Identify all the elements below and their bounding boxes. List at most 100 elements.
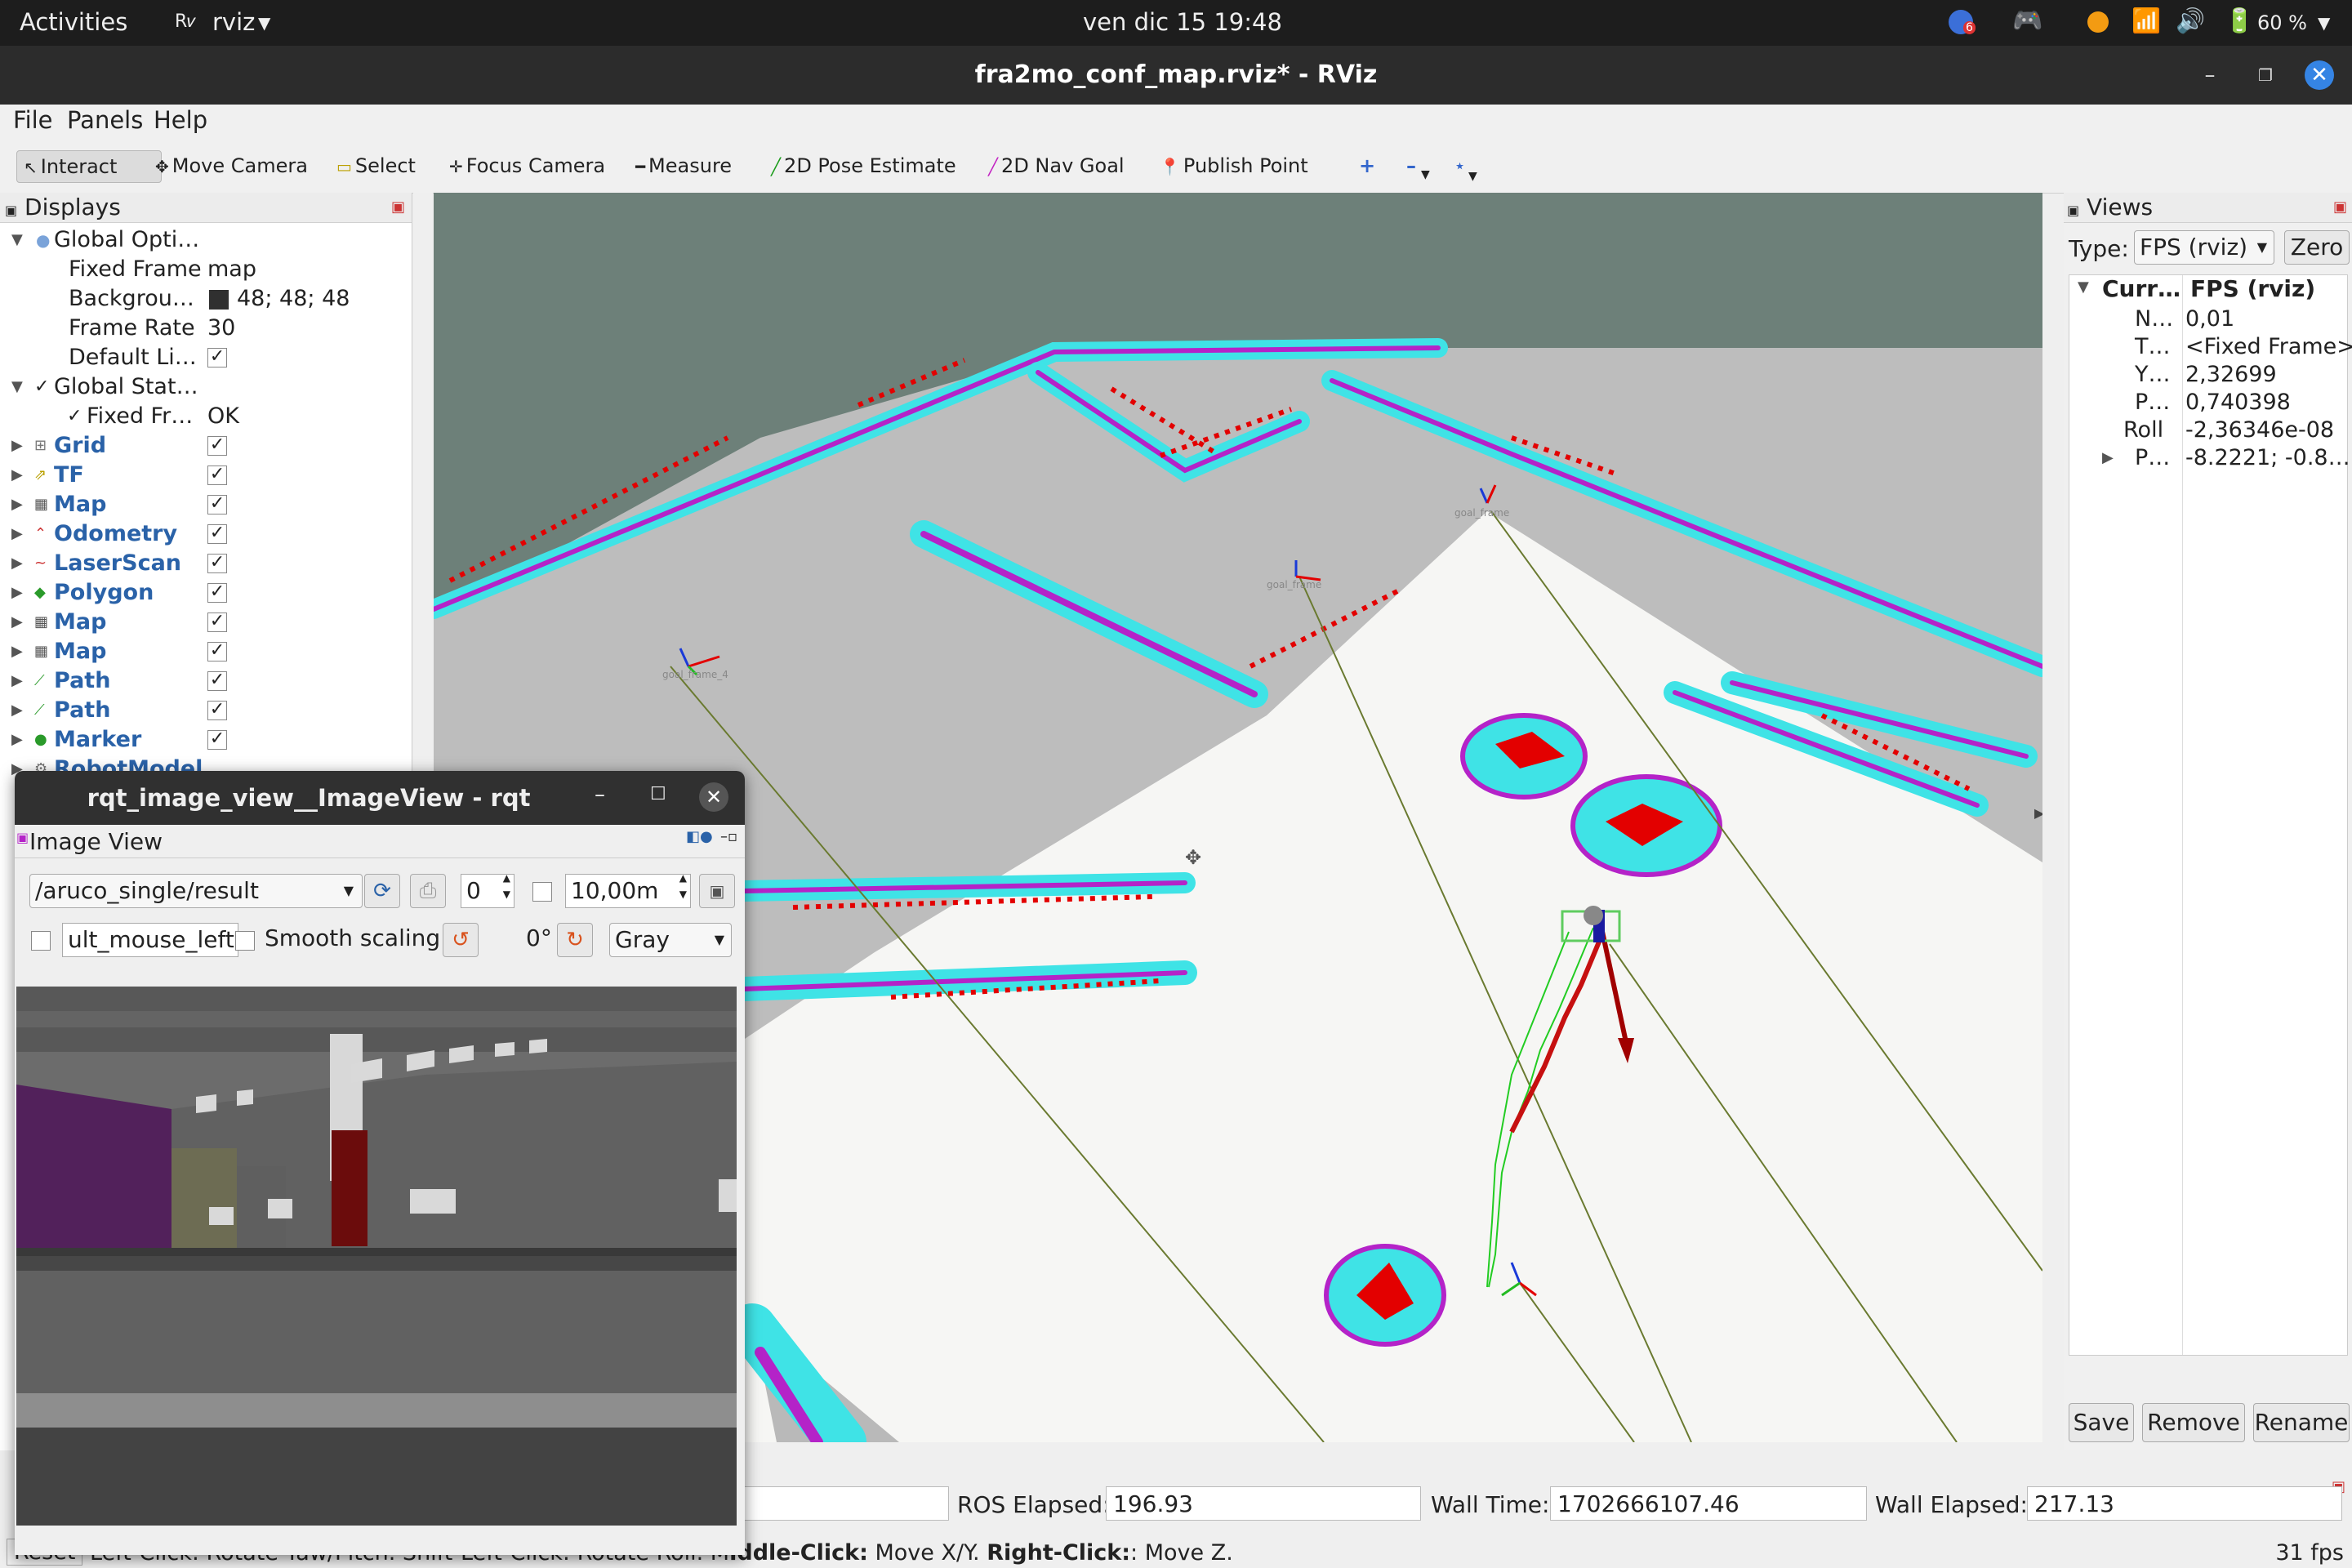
system-menu-chevron-icon[interactable]: ▼ <box>2318 13 2330 33</box>
refresh-topics-button[interactable]: ⟳ <box>364 874 400 908</box>
rqt-maximize-button[interactable]: ☐ <box>650 784 666 804</box>
minimize-button[interactable]: – <box>2195 60 2225 90</box>
add-tool-button[interactable]: + <box>1352 150 1382 181</box>
pose-estimate-tool[interactable]: ╱ 2D Pose Estimate <box>764 150 963 181</box>
move-camera-tool[interactable]: ✥ Move Camera <box>149 150 314 181</box>
remove-view-button[interactable]: Remove <box>2142 1403 2245 1442</box>
zoom-spinbox[interactable]: 10,00m ▲ ▼ <box>565 872 691 908</box>
view-type-select[interactable]: FPS (rviz) ▼ <box>2134 230 2274 265</box>
expand-arrow-icon[interactable]: ▶ <box>11 637 28 666</box>
app-menu-button[interactable]: rviz <box>212 8 255 36</box>
expand-arrow-icon[interactable]: ▶ <box>11 519 28 549</box>
expand-arrow-icon[interactable]: ▶ <box>11 666 28 696</box>
expand-arrow-icon[interactable]: ▶ <box>11 461 28 490</box>
remove-dropdown-icon[interactable]: ▼ <box>1421 168 1430 181</box>
mouse-publish-checkbox[interactable] <box>31 931 51 951</box>
menu-panels[interactable]: Panels <box>67 106 143 134</box>
maximize-button[interactable]: ❐ <box>2251 60 2280 90</box>
display-enabled-checkbox[interactable]: ✓ <box>207 554 227 573</box>
rotate-left-button[interactable]: ↺ <box>443 923 479 957</box>
menu-help[interactable]: Help <box>154 106 207 134</box>
display-enabled-checkbox[interactable]: ✓ <box>207 583 227 603</box>
expand-arrow-icon[interactable]: ▶ <box>11 549 28 578</box>
rqt-close-button[interactable]: ✕ <box>699 782 728 812</box>
publish-point-tool[interactable]: 📍 Publish Point <box>1153 150 1315 181</box>
display-enabled-checkbox[interactable]: ✓ <box>207 642 227 662</box>
menu-file[interactable]: File <box>13 106 53 134</box>
view-property-value[interactable]: <Fixed Frame> <box>2185 332 2352 362</box>
rqt-titlebar[interactable]: rqt_image_view__ImageView - rqt – ☐ ✕ <box>15 771 745 825</box>
volume-icon[interactable]: 🔊 <box>2176 7 2205 35</box>
chevron-down-icon[interactable]: ▼ <box>258 13 270 33</box>
display-enabled-checkbox[interactable]: ✓ <box>207 671 227 691</box>
skip-frames-spinbox[interactable]: 0 ▲ ▼ <box>461 872 514 908</box>
topic-select[interactable]: /aruco_single/result ▼ <box>29 874 363 908</box>
display-enabled-checkbox[interactable]: ✓ <box>207 466 227 485</box>
spin-arrows-icon[interactable]: ▲ ▼ <box>679 870 687 902</box>
expand-arrow-icon[interactable]: ▶ <box>11 578 28 608</box>
display-enabled-checkbox[interactable]: ✓ <box>207 495 227 514</box>
display-enabled-checkbox[interactable]: ✓ <box>207 524 227 544</box>
display-enabled-checkbox[interactable]: ✓ <box>207 730 227 750</box>
default-light-checkbox[interactable]: ✓ <box>207 348 227 368</box>
smooth-scaling-checkbox[interactable] <box>235 931 255 951</box>
spin-arrows-icon[interactable]: ▲ ▼ <box>503 870 510 902</box>
rotate-right-button[interactable]: ↻ <box>557 923 593 957</box>
remove-tool-button[interactable]: – <box>1400 150 1423 181</box>
expand-arrow-icon[interactable]: ▶ <box>11 696 28 725</box>
panel-options-icon[interactable]: ◧● <box>686 828 713 845</box>
background-value[interactable]: 48; 48; 48 <box>237 284 350 314</box>
rqt-image-view-window[interactable]: rqt_image_view__ImageView - rqt – ☐ ✕ ▣ … <box>15 771 745 1555</box>
battery-icon[interactable]: 🔋 <box>2225 7 2254 35</box>
collapse-arrow-icon[interactable]: ▼ <box>2078 278 2094 296</box>
display-enabled-checkbox[interactable]: ✓ <box>207 701 227 720</box>
nav-goal-tool[interactable]: ╱ 2D Nav Goal <box>982 150 1131 181</box>
measure-tool[interactable]: ━ Measure <box>629 150 738 181</box>
panel-icon: ▣ <box>2067 203 2080 218</box>
goal-label-1: goal_frame_4 <box>662 669 728 680</box>
collapse-arrow-icon[interactable]: ▼ <box>11 225 28 255</box>
expand-arrow-icon[interactable]: ▶ <box>11 431 28 461</box>
save-image-button[interactable]: ⎙ <box>410 874 446 908</box>
select-tool[interactable]: ▭ Select <box>330 150 422 181</box>
zero-button[interactable]: Zero <box>2284 230 2350 265</box>
expand-arrow-icon[interactable]: ▶ <box>11 725 28 755</box>
views-panel: ▣ Views ▣ Type: FPS (rviz) ▼ Zero ▼ Curr…… <box>2064 193 2352 1450</box>
save-view-button[interactable]: Save <box>2069 1403 2134 1442</box>
view-property-value[interactable]: -2,36346e-08 <box>2185 416 2334 445</box>
properties-dropdown-icon[interactable]: ▼ <box>1468 170 1477 183</box>
panel-close-icon[interactable]: ▣ <box>391 193 405 222</box>
panel-close-icon[interactable]: ▣ <box>2333 193 2347 222</box>
view-property-value[interactable]: 0,740398 <box>2185 388 2291 417</box>
expand-arrow-icon[interactable]: ▶ <box>11 490 28 519</box>
panel-close-icon[interactable]: –▫ <box>720 828 737 845</box>
frame-rate-value[interactable]: 30 <box>207 314 235 343</box>
collapse-right-arrow-icon[interactable]: ▶ <box>2034 805 2042 830</box>
status-hint-right-key: Right-Click: <box>987 1540 1131 1566</box>
camera-image[interactable] <box>16 987 737 1526</box>
expand-arrow-icon[interactable]: ▶ <box>2102 443 2118 473</box>
view-property-value[interactable]: 2,32699 <box>2185 360 2277 390</box>
interact-tool[interactable]: ↖ Interact <box>16 150 162 183</box>
collapse-arrow-icon[interactable]: ▼ <box>11 372 28 402</box>
clock[interactable]: ven dic 15 19:48 <box>1083 8 1282 36</box>
display-enabled-checkbox[interactable]: ✓ <box>207 436 227 456</box>
rename-view-button[interactable]: Rename <box>2253 1403 2350 1442</box>
display-enabled-checkbox[interactable]: ✓ <box>207 612 227 632</box>
activities-button[interactable]: Activities <box>20 8 127 36</box>
view-property-value[interactable]: -8.2221; -0.8… <box>2185 443 2350 473</box>
discord-icon[interactable]: 🎮 <box>2012 7 2042 35</box>
color-swatch[interactable] <box>209 290 229 310</box>
mouse-topic-field[interactable]: ult_mouse_left <box>62 923 238 957</box>
focus-camera-tool[interactable]: ✛ Focus Camera <box>443 150 612 181</box>
zoom-checkbox[interactable] <box>532 882 552 902</box>
close-button[interactable]: ✕ <box>2305 60 2334 90</box>
expand-arrow-icon[interactable]: ▶ <box>11 608 28 637</box>
fixed-frame-value[interactable]: map <box>207 255 256 284</box>
wifi-icon[interactable]: 📶 <box>2132 7 2161 35</box>
view-property-value[interactable]: 0,01 <box>2185 305 2234 334</box>
status-dot-icon[interactable] <box>2087 11 2109 33</box>
color-scheme-select[interactable]: Gray ▼ <box>609 923 732 957</box>
fit-button[interactable]: ▣ <box>699 874 735 908</box>
rqt-minimize-button[interactable]: – <box>595 782 605 807</box>
